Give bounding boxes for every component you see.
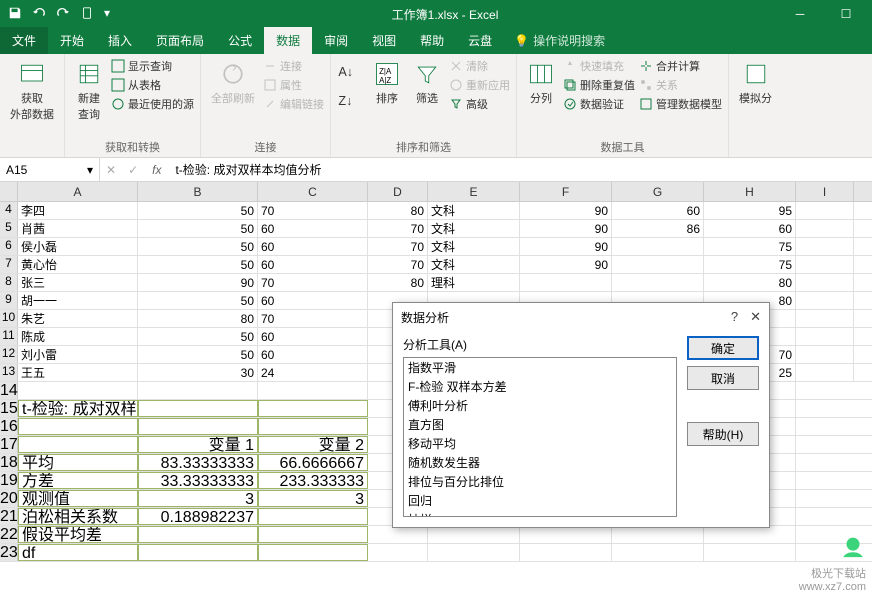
data-model-button[interactable]: 管理数据模型 [639,96,722,112]
col-header-b[interactable]: B [138,182,258,201]
grid-row[interactable]: 5 肖茜 50 60 70 文科 90 86 60 [0,220,872,238]
title-bar: ▾ 工作簿1.xlsx - Excel ─ ☐ [0,0,872,28]
maximize-button[interactable]: ☐ [826,0,866,28]
get-external-data-button[interactable]: 获取 外部数据 [6,58,58,124]
help-button[interactable]: 帮助(H) [687,422,759,446]
formula-bar: A15 ▾ ✕ ✓ fx [0,158,872,182]
ttest-row[interactable]: 22 假设平均差 [0,526,872,544]
tab-file[interactable]: 文件 [0,27,48,54]
sort-az-button[interactable]: A↓ Z↓ [337,58,365,115]
show-queries-button[interactable]: 显示查询 [111,58,194,74]
remove-duplicates-button[interactable]: 删除重复值 [563,77,635,93]
select-all-corner[interactable] [0,182,18,202]
filter-button[interactable]: 筛选 [409,58,445,108]
save-icon[interactable] [8,6,22,23]
col-header-a[interactable]: A [18,182,138,201]
col-header-d[interactable]: D [368,182,428,201]
group-label-sort-filter: 排序和筛选 [337,137,510,155]
chevron-down-icon[interactable]: ▾ [87,163,93,177]
undo-icon[interactable] [32,6,46,23]
advanced-filter-button[interactable]: 高级 [449,96,510,112]
tool-item[interactable]: 抽样 [404,510,676,517]
cancel-button[interactable]: 取消 [687,366,759,390]
minimize-button[interactable]: ─ [780,0,820,28]
tab-view[interactable]: 视图 [360,27,408,54]
whatif-button[interactable]: 模拟分 [735,58,776,108]
name-box[interactable]: A15 ▾ [0,158,100,181]
consolidate-button[interactable]: 合并计算 [639,58,722,74]
grid-row[interactable]: 8 张三 90 70 80 理科 80 [0,274,872,292]
col-header-e[interactable]: E [428,182,520,201]
group-label-transform: 获取和转换 [71,137,194,155]
tab-review[interactable]: 审阅 [312,27,360,54]
properties-button: 属性 [263,77,324,93]
bulb-icon: 💡 [514,34,529,48]
ribbon: 获取 外部数据 新建 查询 显示查询 从表格 最近使用的源 获取和转换 全部刷新… [0,54,872,158]
dialog-close-icon[interactable]: ✕ [750,309,761,326]
col-header-c[interactable]: C [258,182,368,201]
clear-filter-button: 清除 [449,58,510,74]
data-validation-button[interactable]: 数据验证 [563,96,635,112]
tool-item[interactable]: 排位与百分比排位 [404,472,676,491]
connections-button[interactable]: 连接 [263,58,324,74]
cancel-formula-icon[interactable]: ✕ [100,163,122,177]
tool-item[interactable]: 移动平均 [404,434,676,453]
ttest-row[interactable]: 23 df [0,544,872,562]
grid-row[interactable]: 4 李四 50 70 80 文科 90 60 95 [0,202,872,220]
col-header-i[interactable]: I [796,182,854,201]
ribbon-tabs: 文件 开始 插入 页面布局 公式 数据 审阅 视图 帮助 云盘 💡 操作说明搜索 [0,28,872,54]
fx-icon[interactable]: fx [144,163,169,177]
sort-button[interactable]: Z|AA|Z 排序 [369,58,405,108]
tab-insert[interactable]: 插入 [96,27,144,54]
tools-label: 分析工具(A) [403,336,677,353]
recent-sources-button[interactable]: 最近使用的源 [111,96,194,112]
dialog-help-icon[interactable]: ? [731,309,738,326]
enter-formula-icon[interactable]: ✓ [122,163,144,177]
col-header-f[interactable]: F [520,182,612,201]
flash-fill-button: 快速填充 [563,58,635,74]
text-to-columns-button[interactable]: 分列 [523,58,559,108]
analysis-tools-listbox[interactable]: 指数平滑F-检验 双样本方差傅利叶分析直方图移动平均随机数发生器排位与百分比排位… [403,357,677,517]
tab-layout[interactable]: 页面布局 [144,27,216,54]
grid-row[interactable]: 7 黄心怡 50 60 70 文科 90 75 [0,256,872,274]
ok-button[interactable]: 确定 [687,336,759,360]
new-query-button[interactable]: 新建 查询 [71,58,107,124]
formula-input[interactable] [169,163,872,177]
tab-data[interactable]: 数据 [264,27,312,54]
data-analysis-dialog: 数据分析 ? ✕ 分析工具(A) 指数平滑F-检验 双样本方差傅利叶分析直方图移… [392,302,770,528]
window-title: 工作簿1.xlsx - Excel [110,6,780,23]
from-table-button[interactable]: 从表格 [111,77,194,93]
tab-help[interactable]: 帮助 [408,27,456,54]
svg-text:A|Z: A|Z [379,76,391,85]
tool-item[interactable]: 直方图 [404,415,676,434]
tool-item[interactable]: 傅利叶分析 [404,396,676,415]
grid-row[interactable]: 6 侯小磊 50 60 70 文科 90 75 [0,238,872,256]
col-header-g[interactable]: G [612,182,704,201]
tool-item[interactable]: 随机数发生器 [404,453,676,472]
tab-home[interactable]: 开始 [48,27,96,54]
reapply-button: 重新应用 [449,77,510,93]
tool-item[interactable]: 回归 [404,491,676,510]
tool-item[interactable]: 指数平滑 [404,358,676,377]
svg-text:Z|A: Z|A [379,67,392,76]
col-header-h[interactable]: H [704,182,796,201]
redo-icon[interactable] [56,6,70,23]
tab-formula[interactable]: 公式 [216,27,264,54]
svg-text:A↓: A↓ [338,65,353,79]
group-label-data-tools: 数据工具 [523,137,722,155]
tell-me-search[interactable]: 💡 操作说明搜索 [504,27,615,54]
dialog-title: 数据分析 [401,309,449,326]
refresh-all-button[interactable]: 全部刷新 [207,58,259,108]
tab-cloud[interactable]: 云盘 [456,27,504,54]
edit-links-button: 编辑链接 [263,96,324,112]
watermark: 极光下载站 www.xz7.com [799,536,866,593]
touch-icon[interactable] [80,6,94,23]
relationships-button: 关系 [639,77,722,93]
group-label-connections: 连接 [207,137,324,155]
tool-item[interactable]: F-检验 双样本方差 [404,377,676,396]
svg-text:Z↓: Z↓ [338,94,352,108]
